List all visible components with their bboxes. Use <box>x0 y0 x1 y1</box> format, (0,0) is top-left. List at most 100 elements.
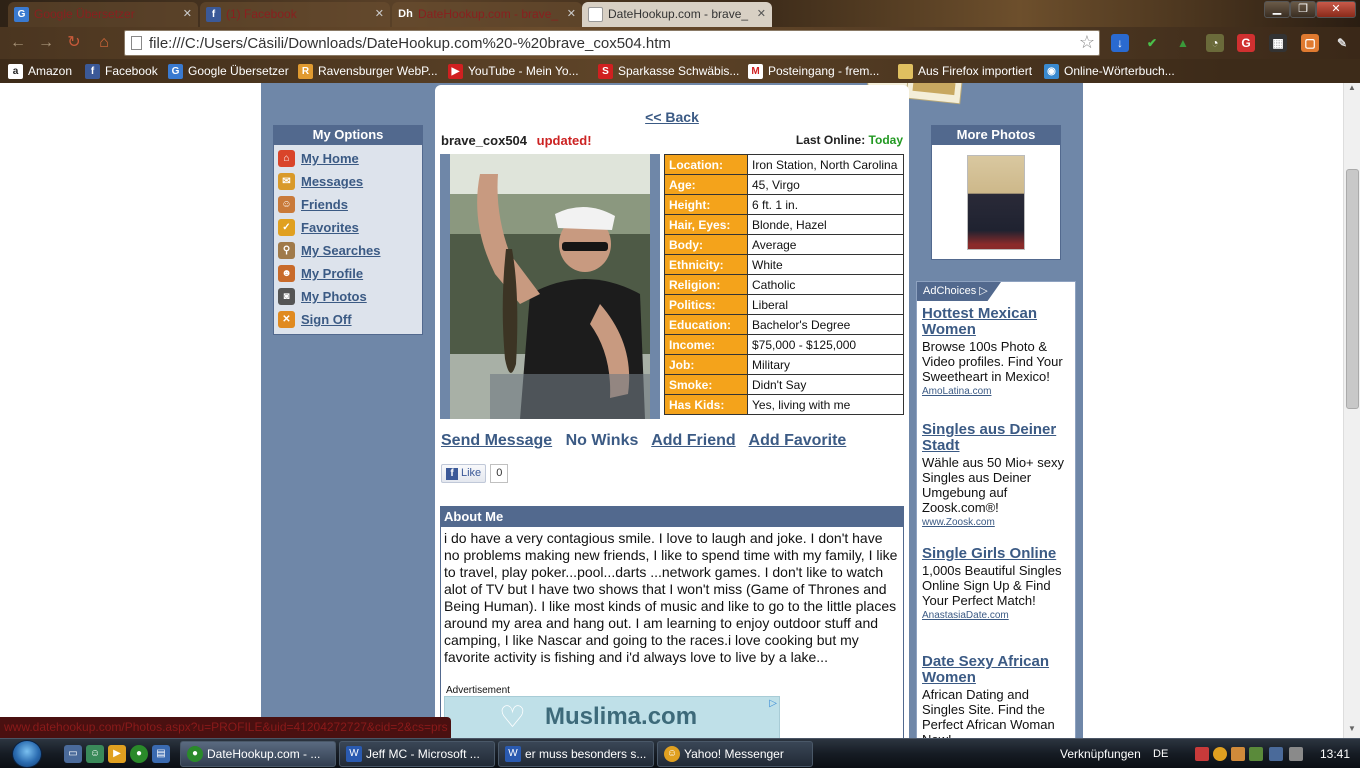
tray-app-icon[interactable] <box>1231 747 1245 761</box>
bookmark-google-translate[interactable]: G Google Übersetzer <box>168 62 289 80</box>
detail-row: Politics: Liberal <box>664 294 904 315</box>
url-input[interactable] <box>149 33 1069 53</box>
sidebar-item-my-home[interactable]: ⌂ My Home <box>274 147 422 170</box>
muslima-banner-ad[interactable]: ♡ Muslima.com ▷ <box>444 696 780 738</box>
sidebar-item-label[interactable]: My Photos <box>301 289 367 304</box>
taskbar-clock[interactable]: 13:41 <box>1320 739 1350 768</box>
bookmark-star-icon[interactable]: ☆ <box>1079 32 1095 53</box>
sidebar-item-messages[interactable]: ✉ Messages <box>274 170 422 193</box>
users-icon[interactable]: ☺ <box>86 745 104 763</box>
tab-title: Google Übersetzer <box>34 7 135 21</box>
tray-app-icon[interactable] <box>1249 747 1263 761</box>
sidebar-item-favorites[interactable]: ✓ Favorites <box>274 216 422 239</box>
bookmark-ravensburger[interactable]: R Ravensburger WebP... <box>298 62 438 80</box>
my-options-list: ⌂ My Home ✉ Messages ☺ Friends ✓ Favorites ⚲… <box>273 145 423 335</box>
facebook-icon: f <box>206 7 221 22</box>
sidebar-item-friends[interactable]: ☺ Friends <box>274 193 422 216</box>
bookmark-sparkasse[interactable]: S Sparkasse Schwäbis... <box>598 62 739 80</box>
back-arrow-icon[interactable]: ← <box>8 33 28 53</box>
profile-photo[interactable] <box>450 154 650 419</box>
maximize-button[interactable]: ❐ <box>1290 1 1316 18</box>
bookmark-facebook[interactable]: f Facebook <box>85 62 158 80</box>
yahoo-smiley-icon: ☺ <box>664 746 680 762</box>
sidebar-item-label[interactable]: Messages <box>301 174 363 189</box>
detail-key: Religion: <box>664 274 748 295</box>
scroll-up-arrow-icon[interactable]: ▲ <box>1344 83 1360 97</box>
ad-title-link[interactable]: Date Sexy African Women <box>922 654 1072 686</box>
add-friend-link[interactable]: Add Friend <box>651 432 735 449</box>
add-favorite-link[interactable]: Add Favorite <box>749 432 847 449</box>
scroll-down-arrow-icon[interactable]: ▼ <box>1344 724 1360 738</box>
bookmark-woerterbuch[interactable]: ◉ Online-Wörterbuch... <box>1044 62 1175 80</box>
sidebar-item-my-searches[interactable]: ⚲ My Searches <box>274 239 422 262</box>
sidebar-item-label[interactable]: My Searches <box>301 243 381 258</box>
photo-thumbnail[interactable] <box>967 155 1025 250</box>
show-desktop-icon[interactable]: ▭ <box>64 745 82 763</box>
tab-datehookup-1[interactable]: Dh DateHookup.com - brave_ ✕ <box>392 2 582 27</box>
volume-icon[interactable] <box>1289 747 1303 761</box>
language-indicator[interactable]: DE <box>1153 739 1168 768</box>
facebook-like-button[interactable]: f Like <box>441 464 487 483</box>
g-extension-icon[interactable]: G <box>1237 34 1255 52</box>
page-scrollbar[interactable]: ▲ ▼ <box>1343 83 1360 738</box>
address-bar[interactable]: ☆ <box>124 30 1100 56</box>
reload-icon[interactable]: ↻ <box>64 33 84 53</box>
explorer-icon[interactable]: ▤ <box>152 745 170 763</box>
sidebar-item-label[interactable]: My Home <box>301 151 359 166</box>
adchoices-icon[interactable]: ▷ <box>769 698 777 709</box>
ad-title-link[interactable]: Singles aus Deiner Stadt <box>922 422 1072 454</box>
tab-facebook[interactable]: f (1) Facebook ✕ <box>200 2 390 27</box>
close-icon[interactable]: ✕ <box>567 2 576 26</box>
ad-url-link[interactable]: AmoLatina.com <box>922 386 1072 397</box>
sidebar-item-sign-off[interactable]: ✕ Sign Off <box>274 308 422 331</box>
profile-panel: << Back brave_cox504 updated! Last Onlin… <box>435 85 909 738</box>
check-extension-icon[interactable]: ✔ <box>1143 34 1161 52</box>
adchoices-badge[interactable]: AdChoices ▷ <box>917 282 1001 301</box>
advertisement-label: Advertisement <box>446 685 510 696</box>
forward-arrow-icon[interactable]: → <box>36 33 56 53</box>
taskbar-item-yahoo-messenger[interactable]: ☺ Yahoo! Messenger <box>657 741 813 767</box>
ad-url-link[interactable]: www.Zoosk.com <box>922 517 1072 528</box>
taskbar-item-word-doc[interactable]: Wer muss besonders s... <box>498 741 654 767</box>
tree-extension-icon[interactable]: ▲ <box>1174 34 1192 52</box>
start-button[interactable] <box>12 740 42 768</box>
download-extension-icon[interactable]: ↓ <box>1111 34 1129 52</box>
clapper-extension-icon[interactable]: ▦ <box>1269 34 1287 52</box>
send-message-link[interactable]: Send Message <box>441 432 552 449</box>
yahoo-tray-icon[interactable] <box>1213 747 1227 761</box>
ad-title-link[interactable]: Single Girls Online <box>922 546 1072 562</box>
sidebar-item-label[interactable]: Friends <box>301 197 348 212</box>
bookmark-folder-firefox[interactable]: Aus Firefox importiert <box>898 62 1032 80</box>
chrome-icon[interactable]: ● <box>130 745 148 763</box>
minimize-button[interactable]: ▁ <box>1264 1 1290 18</box>
taskbar-item-datehookup[interactable]: ● DateHookup.com - ... <box>180 741 336 767</box>
sidebar-item-label[interactable]: Favorites <box>301 220 359 235</box>
taskbar-item-word-jeff[interactable]: W Jeff MC - Microsoft ... <box>339 741 495 767</box>
media-player-icon[interactable]: ▶ <box>108 745 126 763</box>
ad-title-link[interactable]: Hottest Mexican Women <box>922 306 1072 338</box>
wrench-icon[interactable]: ✎ <box>1333 34 1351 52</box>
bookmark-posteingang[interactable]: M Posteingang - frem... <box>748 62 879 80</box>
bookmark-youtube[interactable]: ▶ YouTube - Mein Yo... <box>448 62 579 80</box>
square-extension-icon[interactable]: ▢ <box>1301 34 1319 52</box>
bookmark-amazon[interactable]: a Amazon <box>8 62 72 80</box>
scrollbar-thumb[interactable] <box>1346 169 1359 409</box>
sidebar-item-label[interactable]: My Profile <box>301 266 363 281</box>
close-window-button[interactable]: ✕ <box>1316 1 1356 18</box>
winks-status: No Winks <box>565 432 639 449</box>
network-icon[interactable] <box>1269 747 1283 761</box>
tab-datehookup-active[interactable]: DateHookup.com - brave_ ✕ <box>582 2 772 27</box>
sidebar-item-my-photos[interactable]: ◙ My Photos <box>274 285 422 308</box>
close-icon[interactable]: ✕ <box>183 2 192 26</box>
close-icon[interactable]: ✕ <box>757 2 766 26</box>
sidebar-item-label[interactable]: Sign Off <box>301 312 352 327</box>
ad-url-link[interactable]: AnastasiaDate.com <box>922 610 1072 621</box>
tray-app-icon[interactable] <box>1195 747 1209 761</box>
home-icon[interactable]: ⌂ <box>94 33 114 53</box>
shortcuts-toolbar-label[interactable]: Verknüpfungen <box>1060 739 1141 768</box>
back-link[interactable]: << Back <box>645 109 699 125</box>
tab-google-translate[interactable]: G Google Übersetzer ✕ <box>8 2 198 27</box>
clock-extension-icon[interactable]: ◔ <box>1206 34 1224 52</box>
close-icon[interactable]: ✕ <box>375 2 384 26</box>
sidebar-item-my-profile[interactable]: ☻ My Profile <box>274 262 422 285</box>
